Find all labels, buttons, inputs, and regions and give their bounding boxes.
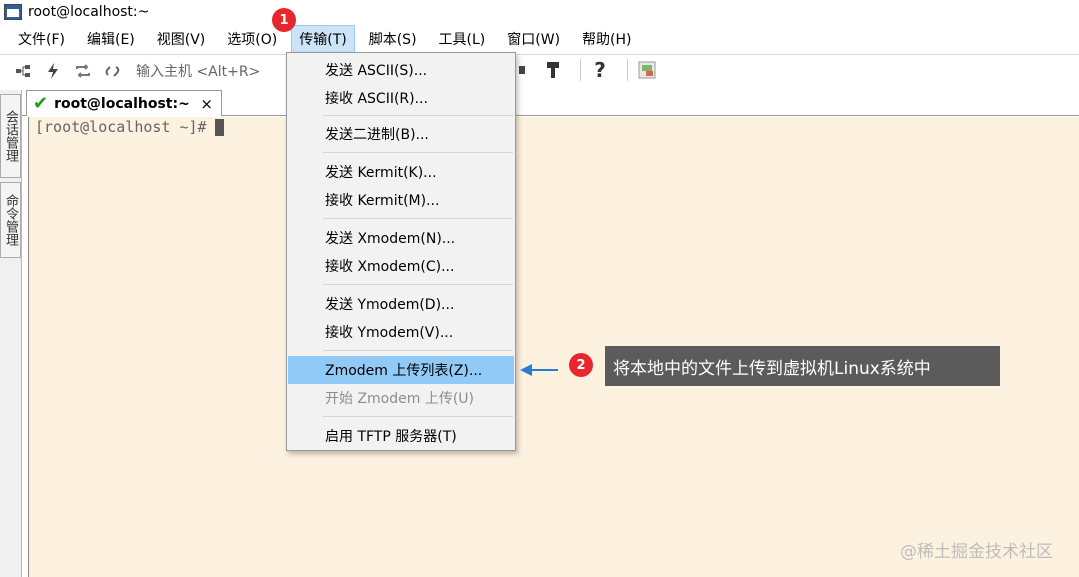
menu-send-binary[interactable]: 发送二进制(B)... (288, 120, 514, 148)
toolbar-separator (627, 59, 628, 81)
menu-script[interactable]: 脚本(S) (361, 25, 425, 53)
session-manager-tab[interactable]: 会话管理 (0, 94, 21, 178)
toolbar-separator (580, 59, 581, 81)
menu-tools[interactable]: 工具(L) (431, 25, 494, 53)
menu-send-xmodem[interactable]: 发送 Xmodem(N)... (288, 224, 514, 252)
terminal-prompt: [root@localhost ~]# (35, 117, 224, 137)
menu-zmodem-upload-list[interactable]: Zmodem 上传列表(Z)... (288, 356, 514, 384)
window-title: root@localhost:~ (28, 4, 150, 20)
step-2-badge: 2 (569, 353, 593, 377)
menu-transfer[interactable]: 传输(T) (291, 25, 355, 53)
menu-separator (323, 284, 513, 285)
menu-view[interactable]: 视图(V) (149, 25, 214, 53)
disconnect-icon[interactable] (102, 60, 124, 82)
connected-check-icon: ✔ (33, 93, 49, 114)
terminal-cursor (214, 118, 224, 136)
menu-receive-kermit[interactable]: 接收 Kermit(M)... (288, 186, 514, 214)
menu-file[interactable]: 文件(F) (10, 25, 73, 53)
host-input[interactable]: 输入主机 <Alt+R> (136, 61, 260, 81)
step-1-badge: 1 (272, 8, 296, 32)
menu-window[interactable]: 窗口(W) (499, 25, 568, 53)
session-tab[interactable]: ✔ root@localhost:~ × (26, 90, 222, 116)
annotation-callout: 将本地中的文件上传到虚拟机Linux系统中 (605, 346, 1000, 386)
menu-separator (323, 115, 513, 116)
menu-separator (323, 218, 513, 219)
menu-help[interactable]: 帮助(H) (574, 25, 639, 53)
transfer-dropdown-menu: 发送 ASCII(S)... 接收 ASCII(R)... 发送二进制(B)..… (286, 52, 516, 451)
sftp-icon[interactable] (636, 59, 658, 81)
key-icon[interactable] (542, 59, 564, 81)
menu-receive-xmodem[interactable]: 接收 Xmodem(C)... (288, 252, 514, 280)
menu-separator (323, 416, 513, 417)
reconnect-icon[interactable] (72, 60, 94, 82)
side-panel: 会话管理 命令管理 (0, 90, 22, 577)
menu-bar: 文件(F) 编辑(E) 视图(V) 选项(O) 传输(T) 脚本(S) 工具(L… (0, 25, 1079, 53)
title-bar: root@localhost:~ (0, 0, 1079, 24)
annotation-arrow-icon (520, 364, 532, 376)
session-tab-label: root@localhost:~ (54, 95, 190, 112)
securecrt-window: root@localhost:~ 文件(F) 编辑(E) 视图(V) 选项(O)… (0, 0, 1079, 577)
menu-enable-tftp[interactable]: 启用 TFTP 服务器(T) (288, 422, 514, 450)
session-tab-strip: ✔ root@localhost:~ × (22, 90, 1079, 116)
menu-separator (323, 350, 513, 351)
menu-receive-ymodem[interactable]: 接收 Ymodem(V)... (288, 318, 514, 346)
annotation-arrow-line (530, 369, 558, 371)
watermark: @稀土掘金技术社区 (900, 542, 1053, 562)
menu-send-kermit[interactable]: 发送 Kermit(K)... (288, 158, 514, 186)
menu-edit[interactable]: 编辑(E) (79, 25, 143, 53)
menu-send-ascii[interactable]: 发送 ASCII(S)... (288, 56, 514, 84)
toolbar: 输入主机 <Alt+R> ? (0, 54, 1079, 86)
app-icon (4, 4, 22, 20)
toolbar-right: ? (512, 58, 666, 82)
menu-send-ymodem[interactable]: 发送 Ymodem(D)... (288, 290, 514, 318)
connect-icon[interactable] (12, 60, 34, 82)
prompt-text: [root@localhost ~]# (35, 118, 207, 136)
menu-start-zmodem-upload: 开始 Zmodem 上传(U) (325, 391, 475, 407)
close-icon[interactable]: × (200, 95, 213, 113)
menu-receive-ascii[interactable]: 接收 ASCII(R)... (288, 84, 514, 112)
help-icon[interactable]: ? (589, 58, 611, 82)
quick-connect-icon[interactable] (42, 60, 64, 82)
menu-separator (323, 152, 513, 153)
command-manager-tab[interactable]: 命令管理 (0, 182, 21, 258)
